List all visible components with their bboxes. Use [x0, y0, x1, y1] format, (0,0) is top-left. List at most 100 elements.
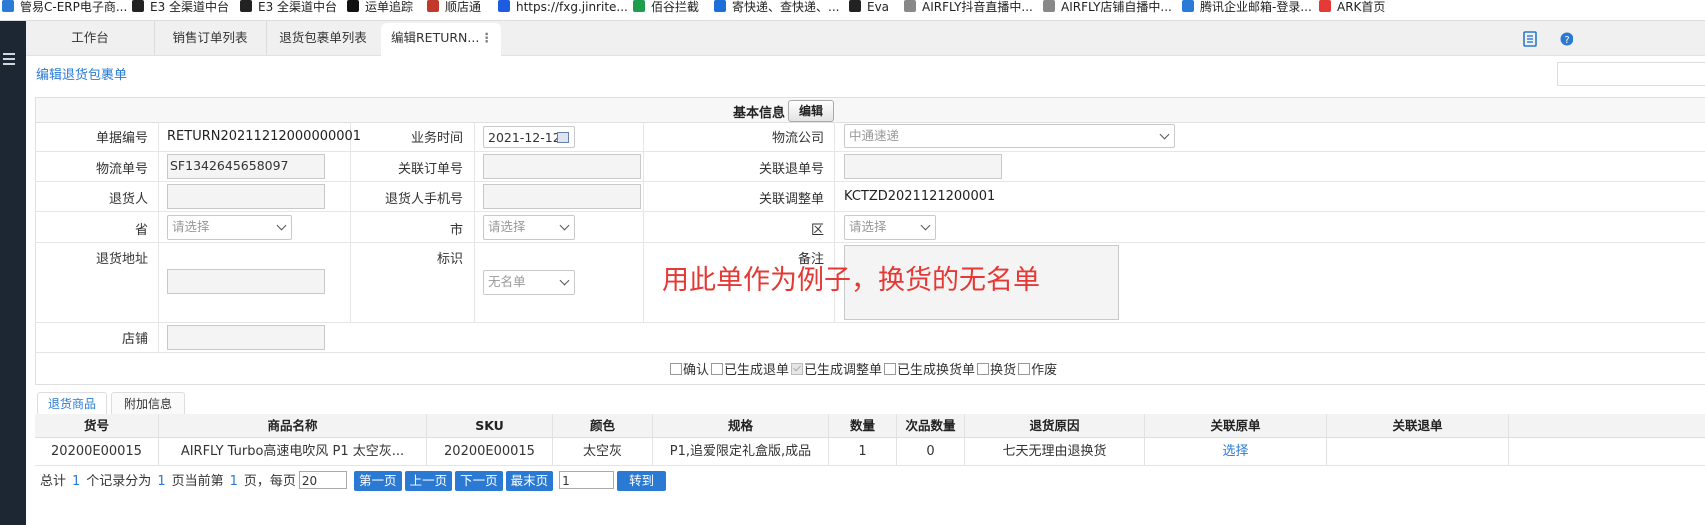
- select-original-order-link[interactable]: 选择: [1145, 438, 1327, 465]
- chevron-down-icon: [920, 220, 931, 231]
- tab-return-packages[interactable]: 退货包裹单列表: [266, 21, 380, 55]
- bookmark-item[interactable]: https://fxg.jinrite...: [498, 0, 628, 20]
- table-cell: 1: [829, 438, 897, 465]
- bookmark-item[interactable]: 佰谷拦截: [633, 0, 699, 20]
- bookmark-item[interactable]: 腾讯企业邮箱-登录...: [1182, 0, 1312, 20]
- tab-workbench[interactable]: 工作台: [26, 21, 155, 55]
- divider: [158, 122, 159, 352]
- bookmark-label: E3 全渠道中台: [258, 0, 338, 14]
- shop-label: 店铺: [121, 332, 148, 347]
- biz-time-field[interactable]: 2021-12-12: [483, 126, 575, 148]
- column-header[interactable]: 规格: [653, 414, 829, 437]
- province-label: 省: [134, 223, 148, 238]
- checkbox-box[interactable]: [711, 362, 724, 375]
- checkbox-box[interactable]: [1018, 362, 1031, 375]
- goto-button[interactable]: 转到: [617, 471, 667, 491]
- bookmark-item[interactable]: Eva: [849, 0, 889, 20]
- status-checkbox[interactable]: 作废: [1018, 359, 1057, 378]
- returner-phone-input[interactable]: [483, 184, 641, 209]
- column-header[interactable]: 商品名称: [159, 414, 427, 437]
- goto-page-input[interactable]: 1: [559, 471, 615, 489]
- globe-icon: [849, 0, 861, 12]
- column-header[interactable]: 数量: [829, 414, 897, 437]
- tracking-no-input[interactable]: SF1342645658097: [167, 154, 325, 179]
- table-cell: [1327, 438, 1509, 465]
- bookmark-item[interactable]: AIRFLY店铺自播中...: [1043, 0, 1172, 20]
- city-select[interactable]: 请选择: [483, 215, 575, 240]
- status-checkbox[interactable]: 确认: [670, 359, 709, 378]
- tab-edit-return[interactable]: 编辑RETURN... ⋮: [381, 23, 501, 56]
- tab-label: 编辑RETURN...: [391, 30, 480, 45]
- checkbox-box[interactable]: [977, 362, 990, 375]
- right-search-box[interactable]: [1557, 62, 1705, 86]
- checkbox-box[interactable]: [791, 362, 804, 375]
- divider: [35, 181, 1705, 182]
- bookmark-item[interactable]: ARK首页: [1319, 0, 1385, 20]
- swoosh-icon: [714, 0, 726, 12]
- checkbox-box[interactable]: [670, 362, 682, 375]
- related-return-input[interactable]: [844, 154, 1002, 179]
- tab-more-icon[interactable]: ⋮: [481, 23, 494, 53]
- bookmark-item[interactable]: 寄快递、查快递、...: [714, 0, 839, 20]
- district-value: 请选择: [849, 219, 887, 234]
- logistics-company-select[interactable]: 中通速递: [844, 124, 1175, 148]
- house-icon: [427, 0, 439, 12]
- next-page-button[interactable]: 下一页: [455, 471, 503, 491]
- bookmark-item[interactable]: E3 全渠道中台: [240, 0, 337, 20]
- bookmark-label: 运单追踪: [365, 0, 414, 14]
- biz-time-label: 业务时间: [410, 131, 463, 146]
- bookmark-item[interactable]: E3 全渠道中台: [132, 0, 229, 20]
- last-page-button[interactable]: 最末页: [505, 471, 554, 491]
- table-cell: 0: [897, 438, 965, 465]
- table-row: 20200E00015 AIRFLY Turbo高速电吹风 P1 太空灰... 20…: [35, 438, 1705, 466]
- status-checkbox[interactable]: 已生成换货单: [884, 359, 975, 378]
- column-header[interactable]: 货号: [35, 414, 159, 437]
- status-checkbox[interactable]: 已生成调整单: [791, 359, 882, 378]
- subtab-return-items[interactable]: 退货商品: [37, 392, 107, 415]
- divider: [35, 322, 1705, 323]
- bookmark-item[interactable]: 运单追踪: [347, 0, 413, 20]
- bookmark-item[interactable]: 管易C-ERP电子商...: [2, 0, 127, 20]
- column-header[interactable]: 退货原因: [965, 414, 1145, 437]
- checkbox-box[interactable]: [884, 362, 897, 375]
- column-header[interactable]: 关联原单: [1145, 414, 1327, 437]
- status-checkbox[interactable]: 换货: [977, 359, 1016, 378]
- shop-input[interactable]: [167, 325, 325, 350]
- edit-button[interactable]: 编辑: [788, 100, 834, 122]
- tag-select[interactable]: 无名单: [483, 270, 575, 295]
- pager-total: 1: [72, 474, 81, 489]
- sheet-icon: [633, 0, 645, 12]
- returner-input[interactable]: [167, 184, 325, 209]
- status-checkbox[interactable]: 已生成退单: [711, 359, 789, 378]
- first-page-button[interactable]: 第一页: [354, 471, 402, 491]
- logistics-company-label: 物流公司: [771, 131, 824, 146]
- page-size-input[interactable]: 20: [298, 471, 347, 489]
- bookmarks-bar: 管易C-ERP电子商... E3 全渠道中台 E3 全渠道中台 运单追踪 顺店通 http…: [0, 0, 1705, 21]
- related-order-input[interactable]: [483, 154, 641, 179]
- address-input[interactable]: [167, 269, 325, 294]
- form-header: 基本信息 编辑: [36, 98, 1705, 123]
- subtab-extra-info[interactable]: 附加信息: [111, 392, 185, 415]
- province-select[interactable]: 请选择: [167, 215, 292, 240]
- column-header[interactable]: 关联退单: [1327, 414, 1509, 437]
- document-icon[interactable]: [1523, 31, 1537, 47]
- column-header[interactable]: 颜色: [553, 414, 653, 437]
- bookmark-label: E3 全渠道中台: [150, 0, 230, 14]
- table-cell: AIRFLY Turbo高速电吹风 P1 太空灰...: [159, 438, 427, 465]
- bookmark-item[interactable]: 顺店通: [427, 0, 481, 20]
- calendar-icon[interactable]: [557, 132, 569, 143]
- pager-text: 个记录分为: [86, 474, 152, 489]
- status-checkboxes: 确认 已生成退单 已生成调整单 已生成换货单 换货 作废: [670, 359, 1059, 379]
- sf-icon: [347, 0, 359, 12]
- table-cell: [1509, 438, 1705, 465]
- prev-page-button[interactable]: 上一页: [404, 471, 453, 491]
- page-icon: [1043, 0, 1055, 12]
- bookmark-item[interactable]: AIRFLY抖音直播中...: [904, 0, 1033, 20]
- column-header[interactable]: [1509, 414, 1705, 437]
- column-header[interactable]: SKU: [427, 414, 553, 437]
- menu-icon[interactable]: [3, 53, 15, 65]
- column-header[interactable]: 次品数量: [897, 414, 965, 437]
- help-icon[interactable]: ?: [1559, 31, 1573, 47]
- district-select[interactable]: 请选择: [844, 215, 936, 240]
- tab-sales-orders[interactable]: 销售订单列表: [154, 21, 267, 55]
